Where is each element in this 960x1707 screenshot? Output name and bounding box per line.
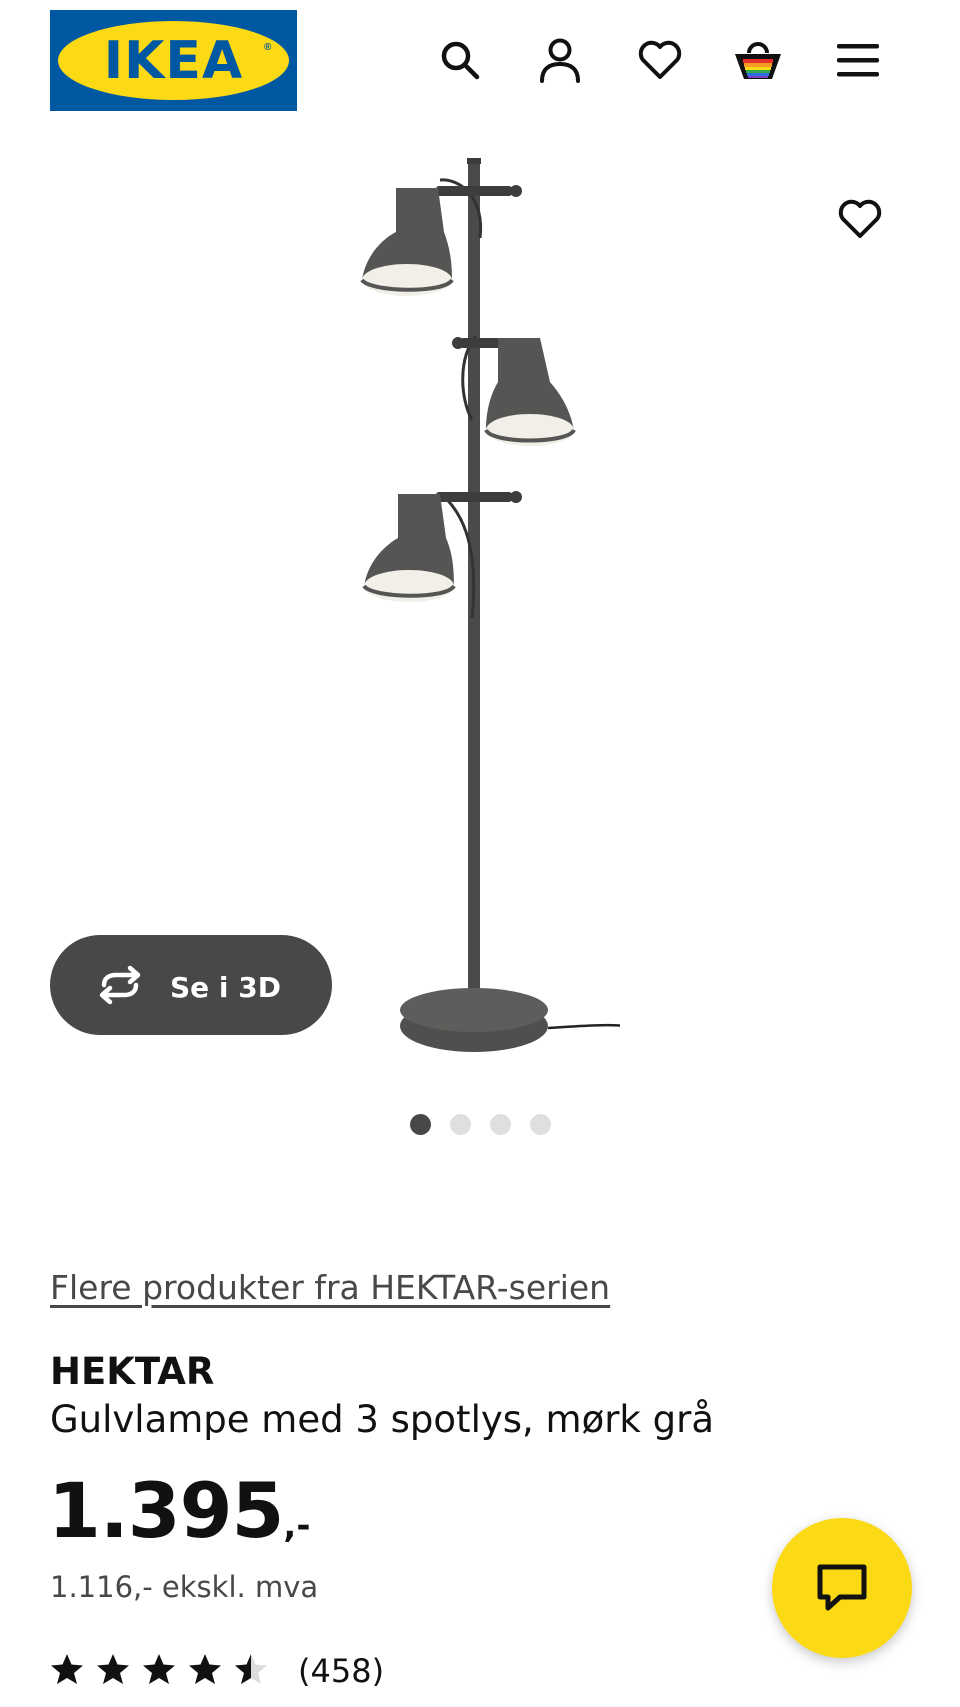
gallery-dot-3[interactable] [490, 1114, 511, 1135]
review-count[interactable]: (458) [298, 1652, 384, 1690]
rotate-3d-icon [94, 965, 146, 1008]
gallery-dot-2[interactable] [450, 1114, 471, 1135]
cart-button[interactable] [728, 30, 788, 90]
half-star-icon [234, 1653, 268, 1689]
site-header: IKEA ® [0, 0, 960, 120]
star-icon [50, 1653, 84, 1689]
logo-wordmark: IKEA [103, 30, 244, 91]
price-suffix: ,- [283, 1506, 311, 1546]
gallery-dot-1[interactable] [410, 1114, 431, 1135]
rating-stars[interactable] [50, 1653, 268, 1689]
add-to-favourites-button[interactable] [832, 192, 888, 248]
product-price: 1.395,- [48, 1466, 310, 1555]
ikea-logo[interactable]: IKEA ® [50, 10, 297, 111]
product-description: Gulvlampe med 3 spotlys, mørk grå [50, 1398, 714, 1441]
star-icon [188, 1653, 222, 1689]
star-icon [96, 1653, 130, 1689]
view-in-3d-label: Se i 3D [170, 971, 281, 1004]
account-button[interactable] [530, 30, 590, 90]
account-icon [538, 37, 582, 83]
menu-icon [837, 42, 879, 78]
heart-icon [837, 198, 883, 243]
search-icon [438, 38, 482, 82]
series-link[interactable]: Flere produkter fra HEKTAR-serien [50, 1268, 610, 1307]
search-button[interactable] [430, 30, 490, 90]
gallery-dot-4[interactable] [530, 1114, 551, 1135]
heart-icon [637, 39, 683, 81]
menu-button[interactable] [828, 30, 888, 90]
product-rating: (458) [50, 1648, 384, 1694]
star-icon [142, 1653, 176, 1689]
cart-icon [732, 37, 784, 83]
product-image[interactable] [340, 158, 629, 1072]
price-amount: 1.395 [48, 1466, 284, 1555]
view-in-3d-button[interactable]: Se i 3D [50, 935, 332, 1035]
chat-button[interactable] [772, 1518, 912, 1658]
favourites-button[interactable] [630, 30, 690, 90]
product-name: HEKTAR [50, 1350, 215, 1393]
gallery-pagination [410, 1114, 551, 1136]
logo-registered-mark: ® [264, 42, 272, 53]
chat-icon [814, 1561, 870, 1616]
price-ex-vat: 1.116,- ekskl. mva [50, 1570, 319, 1604]
